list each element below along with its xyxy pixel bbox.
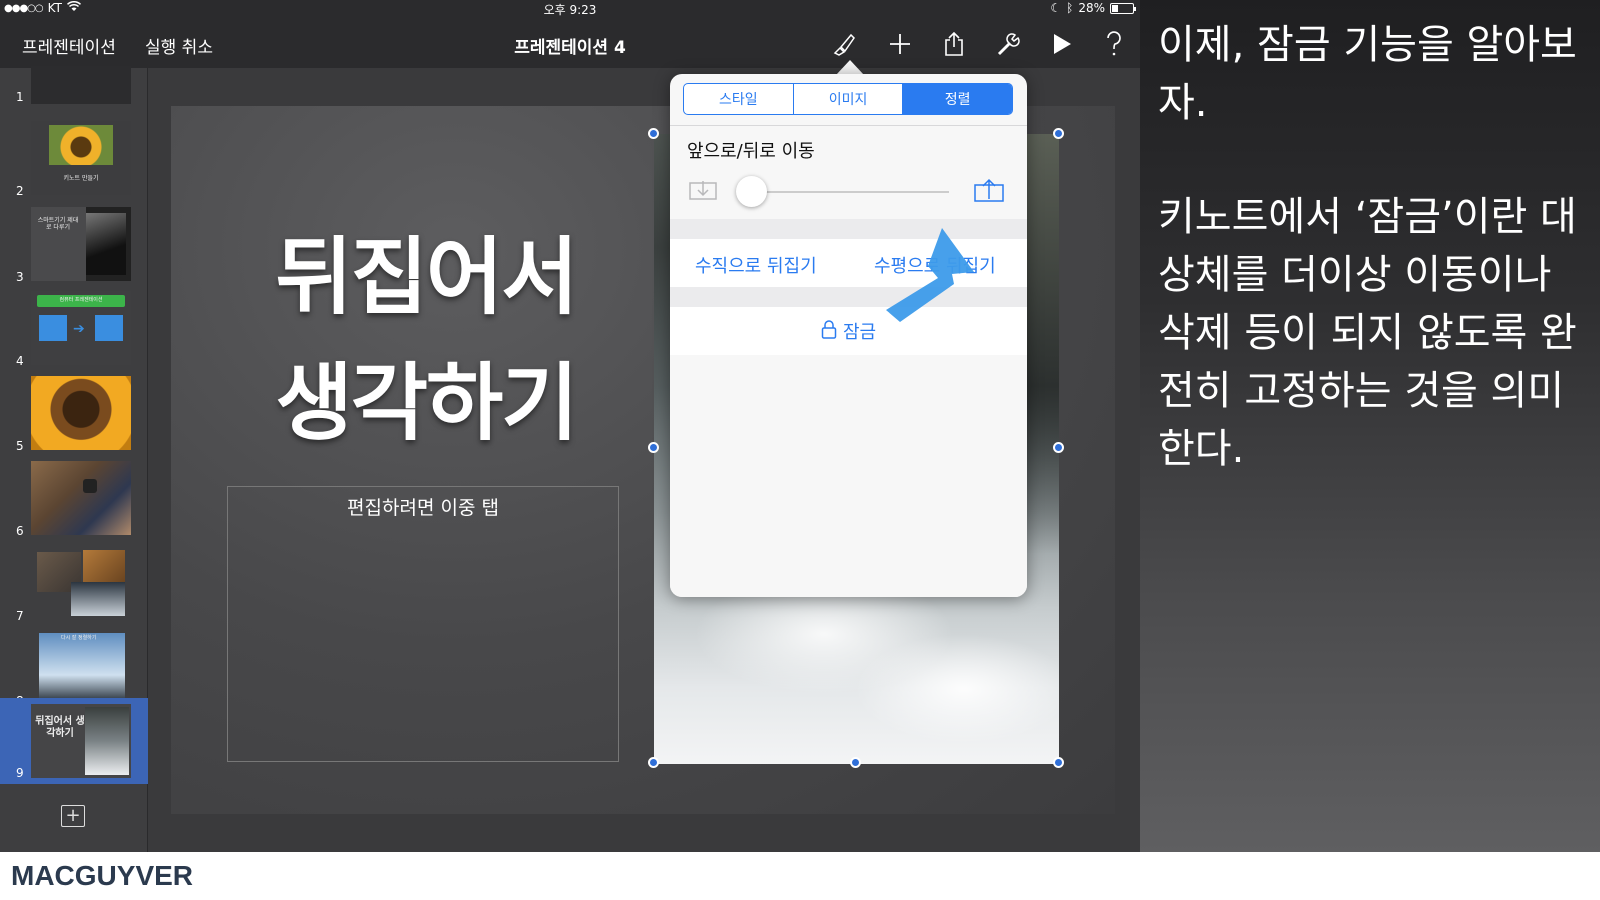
send-to-back-icon[interactable]: [688, 177, 718, 209]
tab-arrange[interactable]: 정렬: [903, 84, 1012, 114]
slide-thumbnail[interactable]: 스마트기기 제대로 다루기 3: [0, 202, 148, 288]
annotation-arrow-icon: [880, 226, 975, 330]
move-backward-forward-row: [670, 167, 1027, 217]
tab-image[interactable]: 이미지: [794, 84, 904, 114]
arrange-popover: 스타일 이미지 정렬 앞으로/뒤로 이동 수직으로 뒤집기 수평으로 뒤집기 잠…: [670, 74, 1027, 597]
slide-navigator: 1 키노트 만들기 2 스마트기기 제대로 다루기 3 컴퓨터 프레젠테이션 ➔: [0, 66, 148, 852]
presentations-button[interactable]: 프레젠테이션: [22, 33, 116, 58]
navigation-bar: 프레젠테이션 실행 취소 프레젠테이션 4: [0, 18, 1140, 68]
paintbrush-icon[interactable]: [830, 30, 858, 58]
brand-logo: MACGUYVER: [11, 860, 194, 891]
battery-percent: 28%: [1078, 1, 1105, 15]
tab-style[interactable]: 스타일: [684, 84, 794, 114]
explanation-body: 키노트에서 ‘잠금’이란 대상체를 더이상 이동이나 삭제 등이 되지 않도록 …: [1158, 194, 1577, 472]
selection-handle[interactable]: [648, 442, 659, 453]
status-bar: ●●●○○ KT 오후 9:23 ☾ ᛒ 28%: [0, 0, 1140, 18]
selection-handle[interactable]: [1053, 128, 1064, 139]
slide-thumbnail[interactable]: 키노트 만들기 2: [0, 116, 148, 202]
bluetooth-icon: ᛒ: [1066, 1, 1074, 15]
popover-arrow: [836, 60, 864, 75]
move-section-title: 앞으로/뒤로 이동: [687, 141, 815, 162]
footer: MACGUYVER: [0, 852, 1600, 900]
share-icon[interactable]: [940, 30, 968, 58]
slide-thumbnail[interactable]: 6: [0, 456, 148, 542]
body-placeholder[interactable]: 편집하려면 이중 탭: [227, 486, 619, 762]
selection-handle[interactable]: [1053, 757, 1064, 768]
slide-thumbnail[interactable]: 5: [0, 371, 148, 457]
slide-thumbnail-selected[interactable]: 뒤집어서 생각하기 9: [0, 698, 148, 784]
play-icon[interactable]: [1048, 30, 1076, 58]
selection-handle[interactable]: [850, 757, 861, 768]
plus-icon[interactable]: [886, 30, 914, 58]
moon-icon: ☾: [1050, 1, 1062, 15]
add-slide-button[interactable]: +: [61, 805, 85, 827]
lock-icon: [821, 319, 837, 343]
layer-slider-thumb[interactable]: [736, 176, 767, 207]
ipad-screen: ●●●○○ KT 오후 9:23 ☾ ᛒ 28% 프레젠테이션 실행 취소 프레…: [0, 0, 1140, 852]
explanation-heading: 이제, 잠금 기능을 알아보자.: [1158, 22, 1577, 126]
bring-to-front-icon[interactable]: [973, 177, 1005, 209]
slide-thumbnail[interactable]: 컴퓨터 프레젠테이션 ➔ 4: [0, 286, 148, 372]
slide-thumbnail[interactable]: 1: [0, 64, 148, 108]
wrench-icon[interactable]: [994, 30, 1022, 58]
help-icon[interactable]: [1100, 30, 1128, 58]
placeholder-text: 편집하려면 이중 탭: [347, 497, 499, 519]
slide-title[interactable]: 뒤집어서 생각하기: [236, 214, 616, 466]
selection-handle[interactable]: [648, 757, 659, 768]
selection-handle[interactable]: [1053, 442, 1064, 453]
explanation-panel: 이제, 잠금 기능을 알아보자. 키노트에서 ‘잠금’이란 대상체를 더이상 이…: [1140, 0, 1600, 852]
slide-thumbnail[interactable]: 7: [0, 541, 148, 627]
battery-icon: [1110, 2, 1136, 14]
status-time: 오후 9:23: [543, 3, 597, 17]
selection-handle[interactable]: [648, 128, 659, 139]
format-tabs: 스타일 이미지 정렬: [683, 83, 1013, 115]
undo-button[interactable]: 실행 취소: [145, 33, 213, 58]
flip-vertical-button[interactable]: 수직으로 뒤집기: [695, 252, 817, 278]
layer-slider-track[interactable]: [753, 191, 949, 193]
